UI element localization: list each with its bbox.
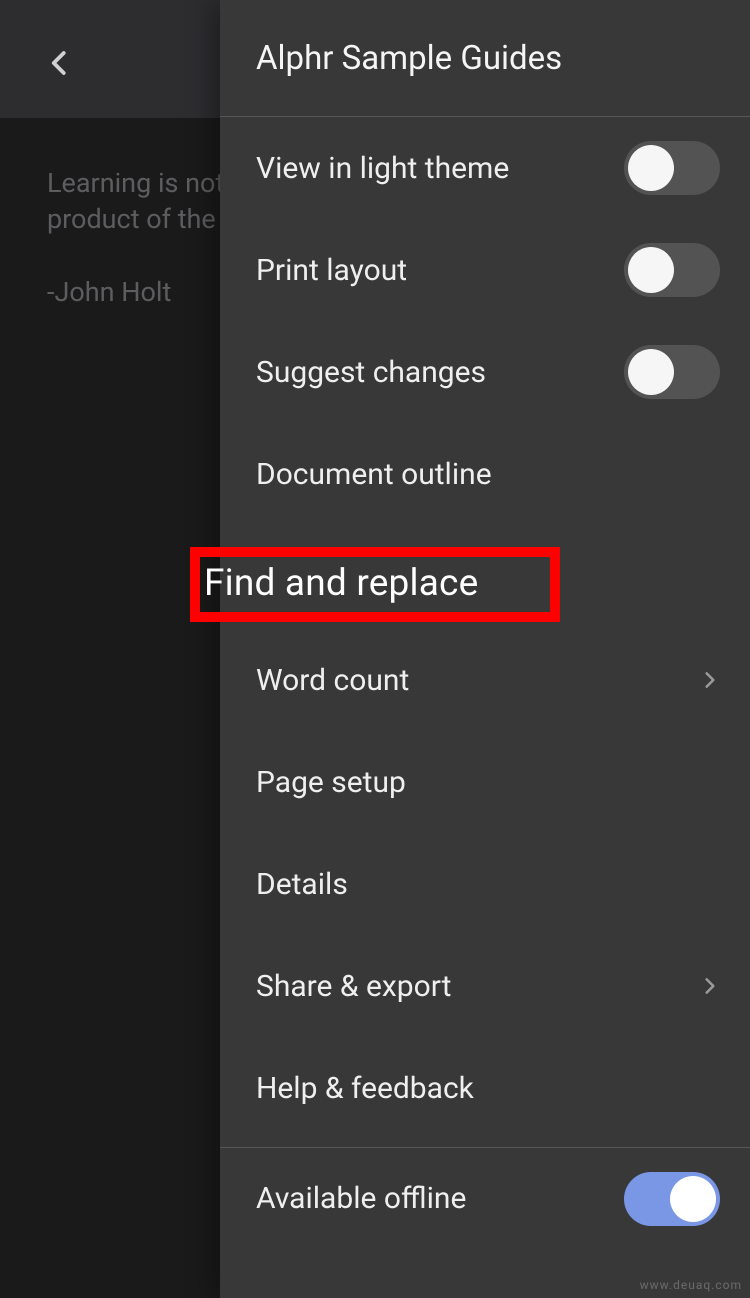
option-label: Word count [256, 663, 409, 698]
option-view-light-theme[interactable]: View in light theme [220, 117, 750, 219]
option-help-feedback[interactable]: Help & feedback [220, 1037, 750, 1139]
option-label: Details [256, 867, 348, 902]
toggle-print-layout[interactable] [624, 243, 720, 297]
toggle-available-offline[interactable] [624, 1172, 720, 1226]
options-list: View in light theme Print layout Suggest… [220, 117, 750, 1298]
panel-header: Alphr Sample Guides [220, 0, 750, 117]
option-details[interactable]: Details [220, 833, 750, 935]
option-label: View in light theme [256, 151, 509, 186]
app-topbar-dimmed [0, 0, 220, 118]
option-available-offline[interactable]: Available offline [220, 1147, 750, 1249]
quote-author: -John Holt [47, 276, 171, 308]
option-share-export[interactable]: Share & export [220, 935, 750, 1037]
chevron-right-icon [700, 670, 720, 690]
option-label: Document outline [256, 457, 492, 492]
options-drawer: Alphr Sample Guides View in light theme … [220, 0, 750, 1298]
option-word-count[interactable]: Word count [220, 629, 750, 731]
document-body-dimmed: Learning is not t product of the a -John… [47, 165, 240, 311]
option-page-setup[interactable]: Page setup [220, 731, 750, 833]
option-find-and-replace[interactable]: Find and replace [220, 525, 750, 629]
quote-text-line2: product of the a [47, 203, 237, 235]
document-title: Alphr Sample Guides [256, 39, 562, 78]
chevron-right-icon [700, 976, 720, 996]
option-label: Share & export [256, 969, 451, 1004]
option-document-outline[interactable]: Document outline [220, 423, 750, 525]
back-icon [45, 48, 75, 78]
option-label: Find and replace [204, 562, 478, 605]
option-print-layout[interactable]: Print layout [220, 219, 750, 321]
option-label: Available offline [256, 1181, 466, 1216]
watermark-text: www.deuaq.com [640, 1278, 742, 1292]
option-label: Page setup [256, 765, 406, 800]
option-label: Print layout [256, 253, 407, 288]
toggle-view-light-theme[interactable] [624, 141, 720, 195]
quote-text-line1: Learning is not t [47, 167, 240, 199]
option-label: Help & feedback [256, 1071, 474, 1106]
toggle-suggest-changes[interactable] [624, 345, 720, 399]
option-label: Suggest changes [256, 355, 486, 390]
option-suggest-changes[interactable]: Suggest changes [220, 321, 750, 423]
